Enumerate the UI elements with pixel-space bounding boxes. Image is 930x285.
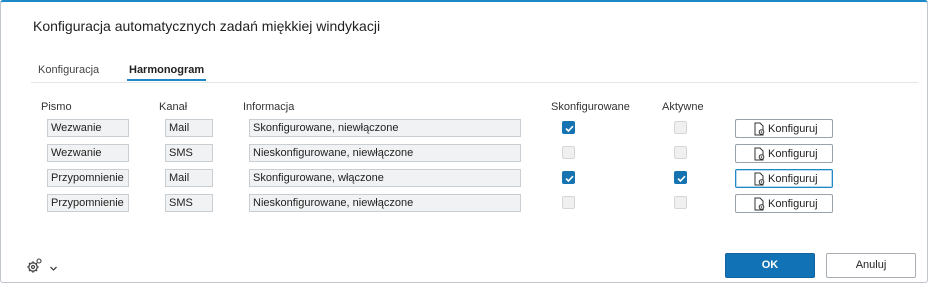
configure-button[interactable]: Konfiguruj: [735, 144, 833, 163]
configure-button[interactable]: Konfiguruj: [735, 169, 833, 188]
document-gear-icon: [753, 147, 766, 164]
active-checkbox: [674, 121, 687, 134]
channel-field: Mail: [165, 119, 213, 137]
channel-field: SMS: [165, 194, 213, 212]
active-checkbox: [674, 171, 687, 184]
table-row: Przypomnienie Mail Skonfigurowane, włącz…: [1, 169, 927, 189]
table-row: Przypomnienie SMS Nieskonfigurowane, nie…: [1, 194, 927, 214]
configured-checkbox: [562, 171, 575, 184]
document-gear-icon: [753, 197, 766, 214]
document-gear-icon: [753, 122, 766, 139]
info-field: Nieskonfigurowane, niewłączone: [249, 144, 521, 162]
tab-konfiguracja[interactable]: Konfiguracja: [38, 64, 99, 76]
checkmark-icon: [565, 175, 574, 183]
letter-field: Przypomnienie: [47, 169, 129, 187]
tabs-divider: [31, 82, 918, 83]
configure-button-label: Konfiguruj: [768, 198, 818, 210]
dialog-title: Konfiguracja automatycznych zadań miękki…: [33, 18, 381, 34]
letter-field: Wezwanie: [47, 119, 129, 137]
document-gear-icon: [753, 172, 766, 189]
letter-field: Przypomnienie: [47, 194, 129, 212]
channel-field: SMS: [165, 144, 213, 162]
table-row: Wezwanie SMS Nieskonfigurowane, niewłącz…: [1, 144, 927, 164]
tab-bar: Konfiguracja Harmonogram: [1, 64, 927, 84]
column-header-active: Aktywne: [662, 101, 704, 113]
column-header-letter: Pismo: [41, 101, 72, 113]
info-field: Skonfigurowane, niewłączone: [249, 119, 521, 137]
letter-field: Wezwanie: [47, 144, 129, 162]
channel-field: Mail: [165, 169, 213, 187]
chevron-down-icon[interactable]: [49, 260, 58, 278]
active-checkbox: [674, 146, 687, 159]
cancel-button[interactable]: Anuluj: [826, 253, 916, 278]
configure-button[interactable]: Konfiguruj: [735, 194, 833, 213]
column-header-channel: Kanał: [159, 101, 188, 113]
info-field: Skonfigurowane, włączone: [249, 169, 521, 187]
gear-icon[interactable]: [25, 257, 43, 280]
configured-checkbox: [562, 196, 575, 209]
configured-checkbox: [562, 121, 575, 134]
info-field: Nieskonfigurowane, niewłączone: [249, 194, 521, 212]
ok-button[interactable]: OK: [725, 253, 815, 278]
checkmark-icon: [565, 125, 574, 133]
checkmark-icon: [677, 175, 686, 183]
dialog-window: Konfiguracja automatycznych zadań miękki…: [0, 0, 928, 283]
column-header-info: Informacja: [243, 101, 295, 113]
column-header-configured: Skonfigurowane: [551, 101, 630, 113]
active-checkbox: [674, 196, 687, 209]
table-row: Wezwanie Mail Skonfigurowane, niewłączon…: [1, 119, 927, 139]
tab-harmonogram[interactable]: Harmonogram: [126, 64, 207, 81]
configure-button-label: Konfiguruj: [768, 173, 818, 185]
configure-button-label: Konfiguruj: [768, 148, 818, 160]
configured-checkbox: [562, 146, 575, 159]
configure-button[interactable]: Konfiguruj: [735, 119, 833, 138]
configure-button-label: Konfiguruj: [768, 123, 818, 135]
